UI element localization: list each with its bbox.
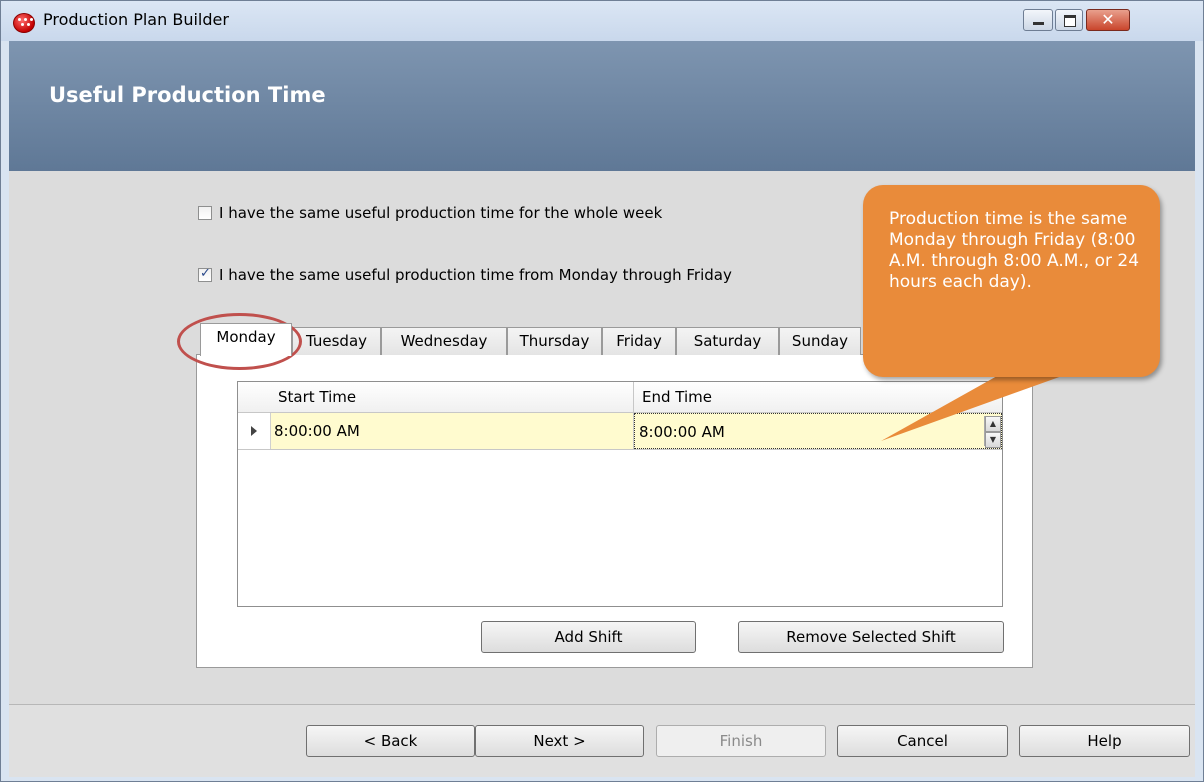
callout-note: Production time is the same Monday throu…	[863, 185, 1160, 377]
production-plan-builder-window: Production Plan Builder ✕ Useful Product…	[0, 0, 1204, 782]
tab-monday[interactable]: Monday	[200, 323, 292, 356]
callout-pointer	[881, 371, 1076, 441]
callout-text: Production time is the same Monday throu…	[889, 209, 1140, 292]
